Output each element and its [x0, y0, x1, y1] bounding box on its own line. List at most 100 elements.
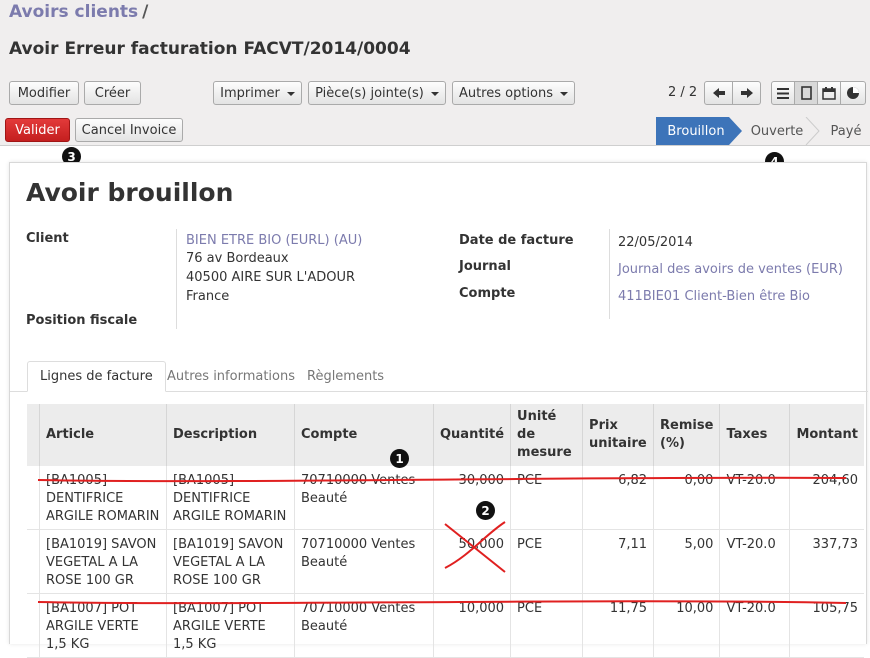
cell-unit-price: 11,75 — [582, 593, 654, 658]
status-bar: Brouillon Ouverte Payé — [656, 117, 870, 145]
column-header[interactable]: Description — [166, 404, 295, 466]
cell-account: 70710000 Ventes Beauté — [294, 593, 434, 658]
row-handle — [27, 529, 40, 594]
column-header[interactable]: Quantité — [432, 404, 511, 466]
pie-chart-icon — [847, 87, 859, 99]
cell-taxes: VT-20.0 — [719, 466, 790, 530]
list-icon — [777, 87, 789, 99]
column-header[interactable]: Article — [39, 404, 167, 466]
pager-counter: 2 / 2 — [668, 85, 698, 100]
caret-down-icon — [560, 92, 569, 96]
cell-account: 70710000 Ventes Beauté — [294, 529, 434, 594]
cell-amount: 204,60 — [789, 466, 865, 530]
status-open[interactable]: Ouverte — [751, 117, 804, 145]
tab-payments[interactable]: Règlements — [295, 361, 396, 392]
arrow-right-icon — [740, 88, 753, 98]
cell-discount: 5,00 — [653, 529, 720, 594]
validate-button[interactable]: Valider — [5, 118, 70, 142]
list-view-button[interactable] — [771, 81, 795, 105]
cell-description: [BA1019] SAVON VEGETAL A LA ROSE 100 GR — [166, 529, 295, 594]
column-header[interactable]: Compte — [294, 404, 434, 466]
cell-uom: PCE — [510, 593, 583, 658]
table-row[interactable]: [BA1007] POT ARGILE VERTE 1,5 KG [BA1007… — [27, 593, 865, 658]
cell-account: 70710000 Ventes Beauté — [294, 466, 434, 530]
create-button[interactable]: Créer — [84, 81, 141, 105]
cell-article: [BA1005] DENTIFRICE ARGILE ROMARIN — [39, 466, 167, 530]
client-label: Client — [26, 231, 69, 246]
notebook-tabs: Lignes de facture Autres informations Rè… — [10, 361, 868, 392]
status-draft[interactable]: Brouillon — [656, 117, 736, 145]
attachments-label: Pièce(s) jointe(s) — [315, 85, 424, 101]
cell-uom: PCE — [510, 529, 583, 594]
cell-quantity: 50,000 — [432, 529, 511, 594]
print-dropdown[interactable]: Imprimer — [213, 81, 302, 105]
table-header-row: Article Description Compte Quantité Unit… — [27, 404, 865, 466]
more-options-label: Autres options — [458, 85, 554, 101]
invoice-date-label: Date de facture — [459, 233, 574, 248]
cell-quantity: 30,000 — [432, 466, 511, 530]
column-header[interactable]: Montant — [789, 404, 865, 466]
cell-amount: 337,73 — [789, 529, 865, 594]
breadcrumb-parent-link[interactable]: Avoirs clients — [9, 2, 138, 22]
column-header[interactable]: Remise (%) — [653, 404, 720, 466]
caret-down-icon — [430, 92, 439, 96]
cell-description: [BA1007] POT ARGILE VERTE 1,5 KG — [166, 593, 295, 658]
fiscal-position-label: Position fiscale — [26, 313, 138, 328]
breadcrumb: Avoirs clients / — [9, 2, 148, 22]
status-paid[interactable]: Payé — [826, 117, 866, 145]
cell-taxes: VT-20.0 — [719, 529, 790, 594]
row-handle — [27, 466, 40, 530]
calendar-icon — [822, 86, 836, 100]
account-link[interactable]: 411BIE01 Client-Bien être Bio — [618, 287, 810, 306]
cell-amount: 105,75 — [789, 593, 865, 658]
print-label: Imprimer — [220, 85, 280, 101]
more-options-dropdown[interactable]: Autres options — [452, 81, 575, 105]
cell-unit-price: 7,11 — [582, 529, 654, 594]
form-sheet: Avoir brouillon Client BIEN ETRE BIO (EU… — [9, 162, 868, 658]
cell-quantity: 10,000 — [432, 593, 511, 658]
account-label: Compte — [459, 286, 516, 301]
caret-down-icon — [286, 92, 295, 96]
tab-other-info[interactable]: Autres informations — [155, 361, 307, 392]
cell-unit-price: 6,82 — [582, 466, 654, 530]
table-row[interactable]: [BA1005] DENTIFRICE ARGILE ROMARIN [BA10… — [27, 466, 865, 530]
client-address-line: France — [186, 289, 230, 304]
page-title: Avoir Erreur facturation FACVT/2014/0004 — [9, 39, 411, 59]
client-address-line: 40500 AIRE SUR L'ADOUR — [186, 270, 356, 285]
calendar-view-button[interactable] — [817, 81, 841, 105]
edit-button[interactable]: Modifier — [9, 81, 79, 105]
sheet-heading: Avoir brouillon — [26, 178, 234, 207]
next-record-button[interactable] — [732, 81, 761, 105]
table-row[interactable]: [BA1019] SAVON VEGETAL A LA ROSE 100 GR … — [27, 529, 865, 594]
journal-link[interactable]: Journal des avoirs de ventes (EUR) — [618, 260, 843, 279]
cell-description: [BA1005] DENTIFRICE ARGILE ROMARIN — [166, 466, 295, 530]
cancel-invoice-button[interactable]: Cancel Invoice — [75, 118, 183, 142]
client-link[interactable]: BIEN ETRE BIO (EURL) (AU) — [186, 231, 362, 250]
row-handle — [27, 593, 40, 658]
previous-record-button[interactable] — [704, 81, 733, 105]
invoice-lines-table: Article Description Compte Quantité Unit… — [27, 404, 865, 658]
form-icon — [800, 86, 812, 100]
tab-invoice-lines[interactable]: Lignes de facture — [27, 361, 166, 392]
column-header[interactable]: Unité de mesure — [510, 404, 583, 466]
form-view-button[interactable] — [794, 81, 818, 105]
annotation-marker-1: 1 — [390, 449, 409, 468]
column-header[interactable]: Taxes — [719, 404, 790, 466]
arrow-left-icon — [712, 88, 725, 98]
control-panel: Avoirs clients / Avoir Erreur facturation… — [0, 0, 870, 146]
cell-discount: 10,00 — [653, 593, 720, 658]
cell-uom: PCE — [510, 466, 583, 530]
graph-view-button[interactable] — [840, 81, 866, 105]
client-address-line: 76 av Bordeaux — [186, 251, 289, 266]
annotation-marker-2: 2 — [476, 501, 495, 520]
cell-taxes: VT-20.0 — [719, 593, 790, 658]
divider — [176, 229, 177, 329]
invoice-date-value: 22/05/2014 — [618, 235, 693, 250]
cell-article: [BA1019] SAVON VEGETAL A LA ROSE 100 GR — [39, 529, 167, 594]
cell-discount: 0,00 — [653, 466, 720, 530]
column-header[interactable]: Prix unitaire — [582, 404, 654, 466]
breadcrumb-separator: / — [142, 2, 149, 22]
cell-article: [BA1007] POT ARGILE VERTE 1,5 KG — [39, 593, 167, 658]
divider — [609, 229, 610, 319]
attachments-dropdown[interactable]: Pièce(s) jointe(s) — [308, 81, 446, 105]
